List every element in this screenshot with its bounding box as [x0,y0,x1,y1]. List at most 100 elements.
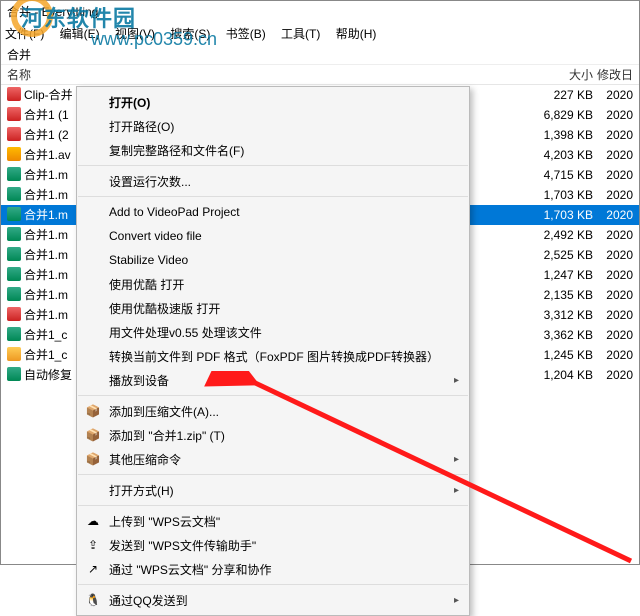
context-menu-item[interactable]: Convert video file [77,224,469,248]
watermark-brand: 河东软件园 [21,6,136,31]
file-date: 2020 [593,265,633,285]
file-icon [7,247,21,261]
file-name: 合并1_c [24,328,67,342]
menu-separator [78,474,468,475]
menu-item-icon: ↗ [85,561,101,577]
menu-item-label: Convert video file [109,229,202,243]
file-date: 2020 [593,185,633,205]
menu-bookmark[interactable]: 书签(B) [226,27,266,41]
file-name: 合并1.m [24,168,68,182]
file-date: 2020 [593,325,633,345]
file-size: 1,204 KB [523,365,593,385]
context-menu-item[interactable]: 打开路径(O) [77,114,469,138]
menu-item-icon: 🐧 [85,592,101,608]
menu-item-label: 使用优酷 打开 [109,276,184,293]
menu-item-icon: 📦 [85,403,101,419]
context-menu-item[interactable]: 设置运行次数... [77,169,469,193]
context-menu-item[interactable]: 播放到设备 [77,368,469,392]
file-size: 1,247 KB [523,265,593,285]
menu-item-label: 打开(O) [109,94,150,111]
file-size: 2,135 KB [523,285,593,305]
file-icon [7,147,21,161]
context-menu-item[interactable]: 用文件处理v0.55 处理该文件 [77,320,469,344]
file-size: 3,362 KB [523,325,593,345]
file-name: 合并1.m [24,268,68,282]
context-menu-item[interactable]: ⇪ 发送到 "WPS文件传输助手" [77,533,469,557]
menu-item-label: 通过QQ发送到 [109,592,188,609]
col-path[interactable] [77,65,523,85]
column-headers[interactable]: 名称 大小 修改日 [1,65,639,85]
context-menu-item[interactable]: ☁上传到 "WPS云文档" [77,509,469,533]
context-menu-item[interactable]: 打开方式(H) [77,478,469,502]
context-menu-item[interactable]: Stabilize Video [77,248,469,272]
file-size: 1,245 KB [523,345,593,365]
context-menu-item[interactable]: 转换当前文件到 PDF 格式（FoxPDF 图片转换成PDF转换器） [77,344,469,368]
menu-separator [78,196,468,197]
file-icon [7,287,21,301]
menu-item-label: 转换当前文件到 PDF 格式（FoxPDF 图片转换成PDF转换器） [109,348,439,365]
menu-item-label: 播放到设备 [109,372,169,389]
file-date: 2020 [593,145,633,165]
watermark-url: www.pc0359.cn [91,29,217,50]
file-size: 1,398 KB [523,125,593,145]
file-name: 合并1 (2 [24,128,69,142]
file-icon [7,227,21,241]
file-size: 2,525 KB [523,245,593,265]
file-icon [7,167,21,181]
file-date: 2020 [593,85,633,105]
col-size[interactable]: 大小 [523,65,593,85]
file-size: 2,492 KB [523,225,593,245]
col-name[interactable]: 名称 [7,65,77,85]
menu-item-label: 添加到压缩文件(A)... [109,403,219,420]
file-date: 2020 [593,125,633,145]
context-menu-item[interactable]: 🐧 通过QQ发送到 [77,588,469,612]
menu-item-label: Add to VideoPad Project [109,205,240,219]
context-menu-item[interactable]: Add to VideoPad Project [77,200,469,224]
file-icon [7,127,21,141]
menu-item-icon: ⇪ [85,537,101,553]
context-menu-item[interactable]: 复制完整路径和文件名(F) [77,138,469,162]
context-menu[interactable]: 打开(O) 打开路径(O) 复制完整路径和文件名(F) 设置运行次数... Add to… [76,86,470,616]
file-size: 1,703 KB [523,185,593,205]
context-menu-item[interactable]: 📦添加到 "合并1.zip" (T) [77,423,469,447]
file-date: 2020 [593,205,633,225]
file-icon [7,107,21,121]
col-date[interactable]: 修改日 [593,65,633,85]
watermark: 河东软件园 www.pc0359.cn [21,1,136,33]
context-menu-item[interactable]: 使用优酷 打开 [77,272,469,296]
menu-item-label: 发送到 "WPS文件传输助手" [109,537,256,554]
menu-item-icon: 📦 [85,451,101,467]
menu-item-label: 打开方式(H) [109,482,174,499]
file-size: 1,703 KB [523,205,593,225]
file-icon [7,187,21,201]
file-name: 合并1.m [24,188,68,202]
file-date: 2020 [593,345,633,365]
context-menu-item[interactable]: 📦 添加到压缩文件(A)... [77,399,469,423]
file-icon [7,327,21,341]
menu-help[interactable]: 帮助(H) [336,27,377,41]
file-name: Clip-合并 [24,88,73,102]
file-name: 合并1.m [24,288,68,302]
menu-item-label: 其他压缩命令 [109,451,181,468]
file-date: 2020 [593,165,633,185]
menu-separator [78,165,468,166]
menu-tool[interactable]: 工具(T) [281,27,320,41]
file-icon [7,307,21,321]
menu-item-label: 打开路径(O) [109,118,174,135]
file-icon [7,87,21,101]
menu-item-label: 上传到 "WPS云文档" [109,513,220,530]
file-size: 4,715 KB [523,165,593,185]
file-date: 2020 [593,105,633,125]
context-menu-item[interactable]: 📦 其他压缩命令 [77,447,469,471]
menu-item-label: 用文件处理v0.55 处理该文件 [109,324,262,341]
file-name: 自动修复 [24,368,72,382]
file-name: 合并1.m [24,248,68,262]
context-menu-item[interactable]: 打开(O) [77,90,469,114]
file-name: 合并1 (1 [24,108,69,122]
file-name: 合并1.av [24,148,71,162]
context-menu-item[interactable]: ↗通过 "WPS云文档" 分享和协作 [77,557,469,581]
file-date: 2020 [593,365,633,385]
context-menu-item[interactable]: 使用优酷极速版 打开 [77,296,469,320]
menu-separator [78,395,468,396]
file-icon [7,347,21,361]
